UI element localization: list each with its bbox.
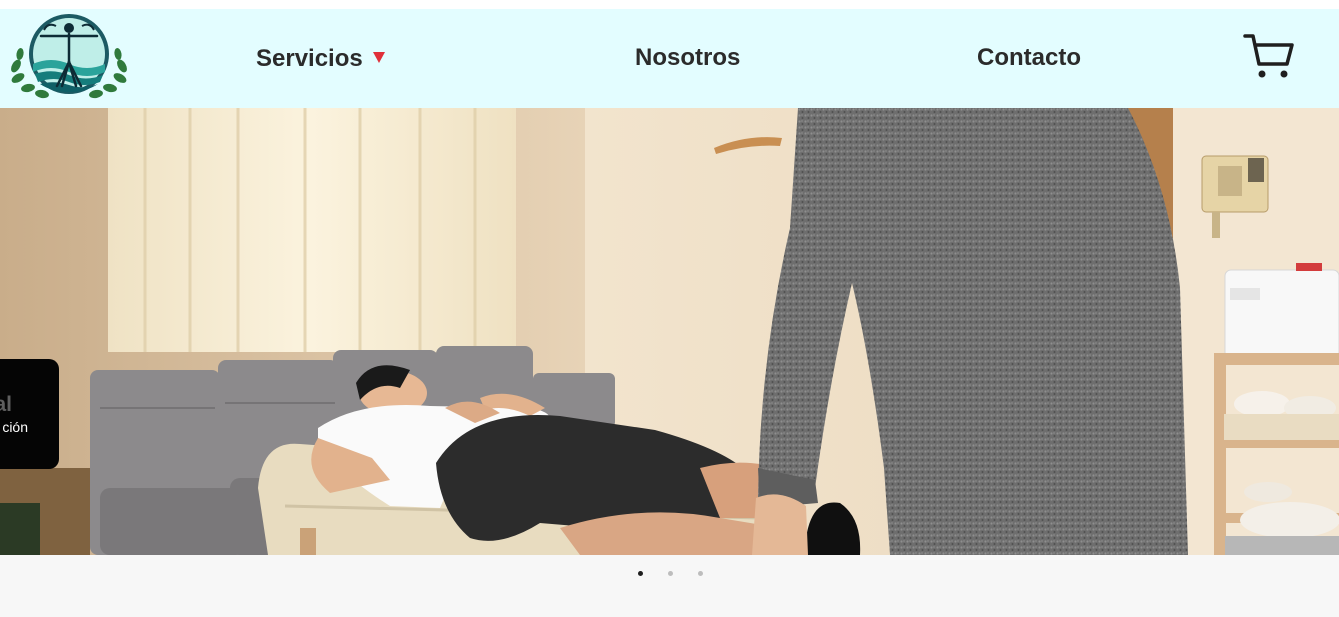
slide-caption-title: al [0, 393, 12, 416]
nav-contacto[interactable]: Contacto [977, 44, 1081, 72]
carousel-dot-3[interactable] [698, 571, 703, 576]
carousel-dot-1[interactable] [638, 571, 643, 576]
carousel-indicators [0, 555, 1339, 617]
carousel-dot-2[interactable] [668, 571, 673, 576]
slide-caption-subtitle: ción [2, 419, 28, 435]
triangle-down-icon[interactable] [372, 52, 385, 63]
physiotherapy-treatment-room-photo [0, 108, 1339, 555]
top-strip [0, 0, 1339, 9]
slide-caption: al ción [0, 359, 59, 469]
nav-servicios-label: Servicios [256, 45, 363, 72]
nav-servicios[interactable]: Servicios [256, 45, 385, 73]
physio-vitruvian-logo-icon [11, 14, 127, 99]
hero-carousel[interactable]: al ción [0, 108, 1339, 555]
shopping-cart-icon [1243, 34, 1294, 78]
logo[interactable] [6, 12, 132, 100]
nav-nosotros[interactable]: Nosotros [635, 44, 740, 72]
cart-button[interactable] [1242, 32, 1294, 82]
navbar: Servicios Nosotros Contacto [0, 9, 1339, 108]
